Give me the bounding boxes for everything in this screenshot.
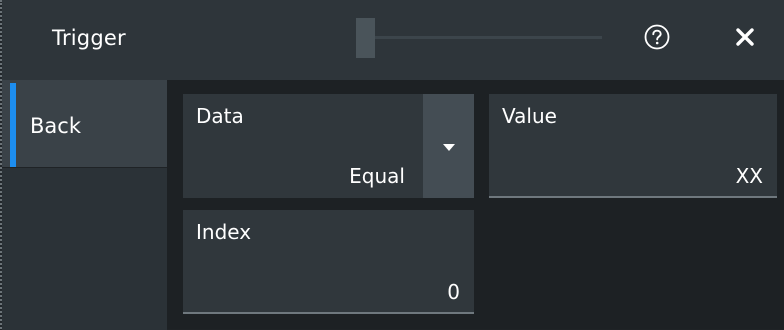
value-field-underline — [489, 196, 777, 198]
trigger-dialog: Trigger Back Data Equal Value XX Index 0 — [0, 0, 784, 330]
dialog-titlebar[interactable]: Trigger — [2, 0, 784, 80]
dialog-title: Trigger — [52, 26, 126, 50]
close-icon[interactable] — [736, 28, 754, 46]
data-field-value: Equal — [349, 164, 405, 188]
sidebar-empty-area — [2, 167, 167, 330]
index-field-underline — [183, 312, 474, 314]
data-dropdown-button[interactable] — [423, 94, 474, 198]
transparency-slider-handle[interactable] — [356, 18, 375, 58]
sidebar-item-back[interactable]: Back — [2, 80, 167, 167]
sidebar: Back — [2, 80, 167, 330]
value-field-value: XX — [735, 164, 763, 188]
sidebar-item-label: Back — [30, 114, 81, 138]
index-field-label: Index — [196, 220, 252, 244]
data-field[interactable]: Data Equal — [183, 94, 423, 198]
value-field-label: Value — [502, 104, 557, 128]
selected-indicator — [10, 83, 16, 167]
chevron-down-icon — [443, 144, 455, 151]
data-field-label: Data — [196, 104, 244, 128]
help-icon[interactable] — [644, 24, 670, 50]
index-field-value: 0 — [447, 280, 460, 304]
transparency-slider-track[interactable] — [375, 36, 602, 39]
value-field[interactable]: Value XX — [489, 94, 777, 198]
index-field[interactable]: Index 0 — [183, 210, 474, 314]
